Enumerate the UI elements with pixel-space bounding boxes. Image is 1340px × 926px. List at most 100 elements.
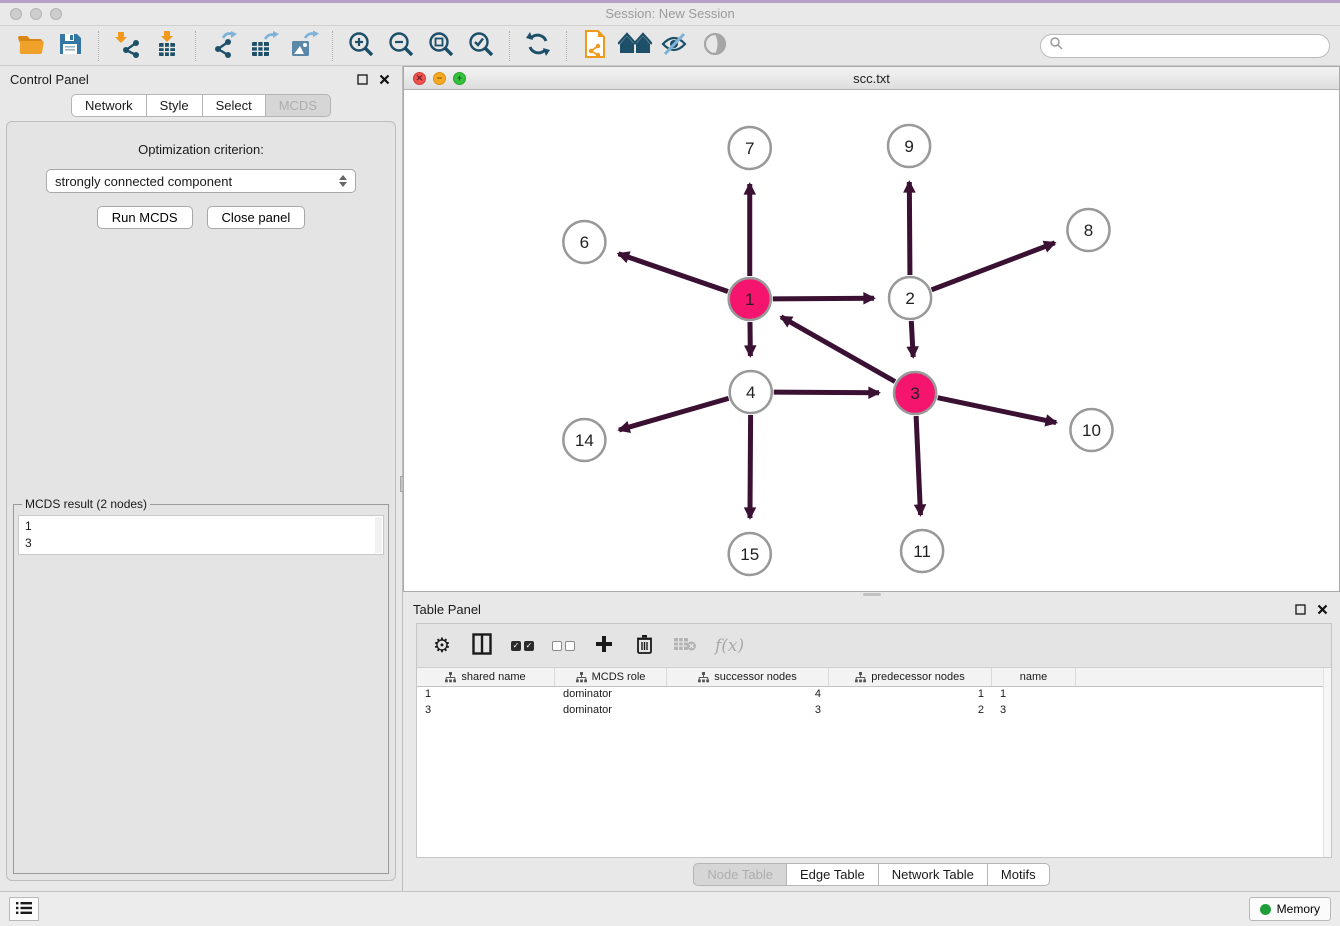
export-table-button[interactable]	[244, 29, 284, 63]
column-header-predecessor-nodes[interactable]: predecessor nodes	[829, 668, 992, 686]
zoom-in-button[interactable]	[341, 29, 381, 63]
toolbar-separator	[98, 31, 99, 61]
table-settings-button[interactable]: ⚙	[431, 631, 453, 661]
zoom-fit-icon	[427, 30, 455, 61]
graph-edge-4-3[interactable]	[774, 392, 879, 393]
tab-select[interactable]: Select	[202, 94, 265, 117]
table-header-row: shared name MCDS role successor nodes pr…	[417, 668, 1331, 687]
graph-node-label: 10	[1082, 421, 1101, 440]
eye-disabled-icon	[701, 31, 729, 60]
delete-column-icon	[673, 636, 697, 655]
clone-network-button[interactable]	[575, 29, 615, 63]
show-graphics-button-disabled[interactable]	[695, 29, 735, 63]
close-mcds-panel-button[interactable]: Close panel	[207, 206, 306, 229]
tab-network-table[interactable]: Network Table	[878, 863, 987, 886]
graph-node-label: 6	[580, 233, 589, 252]
hide-graphics-button[interactable]	[655, 29, 695, 63]
memory-button[interactable]: Memory	[1249, 897, 1331, 921]
graph-edge-2-3[interactable]	[911, 321, 913, 357]
table-row[interactable]: 3 dominator 3 2 3	[417, 703, 1331, 719]
table-tabs: Node Table Edge Table Network Table Moti…	[403, 858, 1340, 891]
memory-label: Memory	[1277, 902, 1320, 916]
graph-edge-1-2[interactable]	[773, 298, 874, 299]
show-columns-button[interactable]	[471, 631, 493, 661]
houses-icon	[618, 31, 652, 60]
graph-node-label: 11	[913, 542, 931, 561]
tab-node-table[interactable]: Node Table	[693, 863, 786, 886]
toolbar-separator	[509, 31, 510, 61]
create-column-button[interactable]	[593, 631, 615, 661]
graph-edge-3-1[interactable]	[781, 317, 895, 382]
select-all-columns-button[interactable]: ✓✓	[511, 631, 534, 661]
graph-edge-3-10[interactable]	[938, 398, 1057, 423]
network-canvas[interactable]: 7968124314101511	[404, 90, 1339, 591]
tab-style[interactable]: Style	[146, 94, 202, 117]
mcds-result-textarea[interactable]: 1 3	[18, 515, 384, 555]
column-header-name[interactable]: name	[992, 668, 1076, 686]
cell-mcds-role[interactable]: dominator	[555, 703, 667, 719]
cell-successor-nodes[interactable]: 4	[667, 687, 829, 703]
cell-shared-name[interactable]: 3	[417, 703, 555, 719]
houses-button[interactable]	[615, 29, 655, 63]
tab-mcds[interactable]: MCDS	[265, 94, 331, 117]
tab-motifs[interactable]: Motifs	[987, 863, 1050, 886]
table-scrollbar[interactable]	[1323, 668, 1331, 857]
column-header-successor-nodes[interactable]: successor nodes	[667, 668, 829, 686]
export-table-icon	[249, 30, 279, 61]
column-header-shared-name[interactable]: shared name	[417, 668, 555, 686]
search-input[interactable]	[1063, 39, 1321, 53]
table-row[interactable]: 1 dominator 4 1 1	[417, 687, 1331, 703]
graph-edge-4-14[interactable]	[619, 398, 729, 430]
task-history-button[interactable]	[9, 897, 39, 921]
close-panel-button[interactable]	[376, 71, 392, 87]
graph-edge-2-9[interactable]	[909, 182, 910, 275]
float-table-panel-button[interactable]	[1292, 601, 1308, 617]
float-panel-button[interactable]	[354, 71, 370, 87]
folder-icon	[16, 32, 44, 59]
save-session-button[interactable]	[50, 29, 90, 63]
cell-predecessor-nodes[interactable]: 2	[829, 703, 992, 719]
cell-name[interactable]: 1	[992, 687, 1076, 703]
function-builder-button-disabled[interactable]: f(x)	[715, 631, 744, 661]
import-table-button[interactable]	[147, 29, 187, 63]
graph-edge-3-11[interactable]	[916, 416, 920, 515]
delete-column-button-disabled[interactable]	[673, 631, 697, 661]
tree-icon	[576, 672, 587, 683]
cell-successor-nodes[interactable]: 3	[667, 703, 829, 719]
cell-name[interactable]: 3	[992, 703, 1076, 719]
tab-network[interactable]: Network	[71, 94, 146, 117]
delete-table-button[interactable]	[633, 631, 655, 661]
eye-slash-icon	[660, 31, 690, 60]
graph-edge-1-6[interactable]	[618, 254, 727, 292]
cell-predecessor-nodes[interactable]: 1	[829, 687, 992, 703]
graph-edge-2-8[interactable]	[932, 243, 1055, 290]
graph-node-label: 7	[745, 139, 754, 158]
refresh-layout-button[interactable]	[518, 29, 558, 63]
column-header-mcds-role[interactable]: MCDS role	[555, 668, 667, 686]
mcds-result-line: 1	[25, 518, 377, 535]
import-network-button[interactable]	[107, 29, 147, 63]
export-network-button[interactable]	[204, 29, 244, 63]
network-window-titlebar[interactable]: ✕ − + scc.txt	[404, 67, 1339, 90]
window-accent-strip	[0, 0, 1340, 3]
control-panel-header: Control Panel	[0, 66, 402, 92]
search-icon	[1049, 36, 1063, 55]
open-file-button[interactable]	[10, 29, 50, 63]
mcds-tab-content: Optimization criterion: strongly connect…	[6, 121, 396, 881]
zoom-out-button[interactable]	[381, 29, 421, 63]
close-table-panel-button[interactable]	[1314, 601, 1330, 617]
result-scrollbar[interactable]	[375, 517, 382, 553]
graph-edge-4-15[interactable]	[750, 415, 751, 518]
cell-mcds-role[interactable]: dominator	[555, 687, 667, 703]
table-panel: Table Panel ⚙ ✓✓ ✓✓ f(x) shared na	[403, 596, 1340, 891]
zoom-selected-button[interactable]	[461, 29, 501, 63]
zoom-selected-icon	[467, 30, 495, 61]
zoom-fit-button[interactable]	[421, 29, 461, 63]
run-mcds-button[interactable]: Run MCDS	[97, 206, 193, 229]
cell-shared-name[interactable]: 1	[417, 687, 555, 703]
tab-edge-table[interactable]: Edge Table	[786, 863, 878, 886]
deselect-all-columns-button[interactable]: ✓✓	[552, 631, 575, 661]
export-image-button[interactable]	[284, 29, 324, 63]
toolbar-search[interactable]	[1040, 34, 1330, 58]
optimization-criterion-select[interactable]: strongly connected component	[46, 169, 356, 193]
